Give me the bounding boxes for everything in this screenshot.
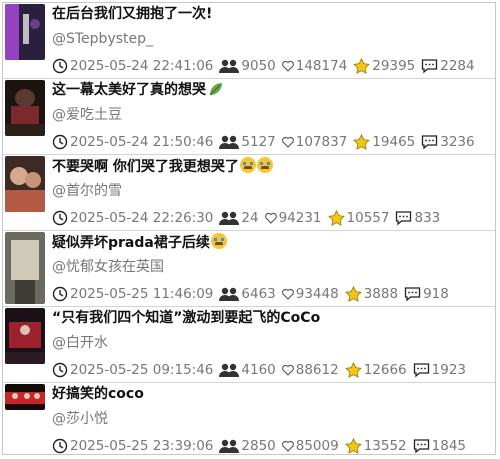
heart-icon bbox=[281, 364, 294, 376]
favorite-count: 29395 bbox=[372, 58, 416, 74]
star-icon bbox=[353, 134, 371, 150]
crying-emoji-icon bbox=[210, 233, 227, 249]
like-count: 88612 bbox=[295, 362, 339, 378]
item-stats: 2025-05-24 22:26:30 24 94231 10557 833 bbox=[52, 209, 446, 227]
people-icon bbox=[219, 438, 240, 454]
favorite-count: 3888 bbox=[363, 286, 399, 302]
video-thumbnail[interactable] bbox=[5, 308, 45, 364]
view-count: 9050 bbox=[241, 58, 276, 74]
item-title[interactable]: “只有我们四个知道”激动到要起飞的CoCo bbox=[52, 309, 320, 327]
item-author[interactable]: @爱吃土豆 bbox=[52, 106, 122, 124]
video-thumbnail[interactable] bbox=[5, 232, 45, 304]
feed-list: 在后台我们又拥抱了一次! @STepbystep_ 2025-05-24 22:… bbox=[2, 2, 496, 455]
like-count: 148174 bbox=[295, 58, 348, 74]
view-count: 24 bbox=[241, 210, 259, 226]
post-time: 2025-05-25 11:46:09 bbox=[70, 286, 214, 302]
like-count: 107837 bbox=[295, 134, 348, 150]
list-item[interactable]: 好搞笑的coco @莎小悦 2025-05-25 23:39:06 2850 8… bbox=[3, 383, 495, 459]
favorite-count: 19465 bbox=[372, 134, 416, 150]
item-stats: 2025-05-24 21:50:46 5127 107837 19465 32… bbox=[52, 133, 481, 151]
item-stats: 2025-05-25 09:15:46 4160 88612 12666 192… bbox=[52, 361, 472, 379]
comment-count: 833 bbox=[414, 210, 441, 226]
star-icon bbox=[353, 58, 371, 74]
comment-count: 2284 bbox=[440, 58, 475, 74]
item-author[interactable]: @莎小悦 bbox=[52, 410, 108, 428]
comment-icon bbox=[395, 210, 412, 226]
list-item[interactable]: 疑似弄坏prada裙子后续 @忧郁女孩在英国 2025-05-25 11:46:… bbox=[3, 231, 495, 307]
item-stats: 2025-05-25 11:46:09 6463 93448 3888 918 bbox=[52, 285, 455, 303]
star-icon bbox=[327, 210, 345, 226]
post-time: 2025-05-24 22:41:06 bbox=[70, 58, 214, 74]
clock-icon bbox=[52, 58, 68, 74]
video-thumbnail[interactable] bbox=[5, 156, 45, 212]
post-time: 2025-05-24 21:50:46 bbox=[70, 134, 214, 150]
view-count: 2850 bbox=[241, 438, 276, 454]
item-title[interactable]: 在后台我们又拥抱了一次! bbox=[52, 5, 212, 23]
comment-count: 918 bbox=[423, 286, 449, 302]
item-title[interactable]: 不要哭啊 你们哭了我更想哭了 bbox=[52, 157, 273, 176]
star-icon bbox=[344, 438, 362, 454]
heart-icon bbox=[281, 440, 294, 452]
people-icon bbox=[219, 286, 240, 302]
post-time: 2025-05-25 23:39:06 bbox=[70, 438, 214, 454]
clock-icon bbox=[52, 438, 68, 454]
clock-icon bbox=[52, 362, 68, 378]
like-count: 94231 bbox=[278, 210, 322, 226]
heart-icon bbox=[281, 136, 294, 148]
list-item[interactable]: 在后台我们又拥抱了一次! @STepbystep_ 2025-05-24 22:… bbox=[3, 3, 495, 79]
heart-icon bbox=[281, 60, 294, 72]
people-icon bbox=[219, 362, 240, 378]
comment-icon bbox=[404, 286, 421, 302]
list-item[interactable]: 不要哭啊 你们哭了我更想哭了 @首尔的雪 2025-05-24 22:26:30… bbox=[3, 155, 495, 231]
item-stats: 2025-05-24 22:41:06 9050 148174 29395 22… bbox=[52, 57, 481, 75]
post-time: 2025-05-25 09:15:46 bbox=[70, 362, 214, 378]
crying-emoji-icon bbox=[239, 157, 256, 173]
clock-icon bbox=[52, 286, 68, 302]
like-count: 93448 bbox=[295, 286, 339, 302]
item-title[interactable]: 这一幕太美好了真的想哭 bbox=[52, 81, 224, 99]
heart-icon bbox=[264, 212, 277, 224]
clock-icon bbox=[52, 134, 68, 150]
star-icon bbox=[344, 362, 362, 378]
item-title[interactable]: 疑似弄坏prada裙子后续 bbox=[52, 233, 227, 252]
comment-count: 3236 bbox=[440, 134, 475, 150]
like-count: 85009 bbox=[295, 438, 339, 454]
video-thumbnail[interactable] bbox=[5, 80, 45, 136]
item-author[interactable]: @STepbystep_ bbox=[52, 30, 153, 48]
comment-icon bbox=[421, 58, 438, 74]
comment-count: 1923 bbox=[431, 362, 467, 378]
item-stats: 2025-05-25 23:39:06 2850 85009 13552 184… bbox=[52, 437, 472, 455]
crying-emoji-icon bbox=[256, 157, 273, 173]
view-count: 5127 bbox=[241, 134, 276, 150]
comment-icon bbox=[421, 134, 438, 150]
video-thumbnail[interactable] bbox=[5, 4, 45, 60]
star-icon bbox=[344, 286, 362, 302]
item-author[interactable]: @首尔的雪 bbox=[52, 182, 122, 200]
heart-icon bbox=[281, 288, 294, 300]
view-count: 4160 bbox=[241, 362, 276, 378]
view-count: 6463 bbox=[241, 286, 276, 302]
item-author[interactable]: @白开水 bbox=[52, 334, 108, 352]
favorite-count: 13552 bbox=[363, 438, 407, 454]
people-icon bbox=[219, 210, 240, 226]
leaf-emoji-icon bbox=[209, 83, 222, 96]
list-item[interactable]: 这一幕太美好了真的想哭 @爱吃土豆 2025-05-24 21:50:46 51… bbox=[3, 79, 495, 155]
comment-count: 1845 bbox=[431, 438, 467, 454]
comment-icon bbox=[413, 438, 430, 454]
comment-icon bbox=[413, 362, 430, 378]
item-title[interactable]: 好搞笑的coco bbox=[52, 385, 144, 403]
people-icon bbox=[219, 58, 240, 74]
people-icon bbox=[219, 134, 240, 150]
favorite-count: 12666 bbox=[363, 362, 407, 378]
favorite-count: 10557 bbox=[346, 210, 390, 226]
post-time: 2025-05-24 22:26:30 bbox=[70, 210, 214, 226]
video-thumbnail[interactable] bbox=[5, 384, 45, 410]
clock-icon bbox=[52, 210, 68, 226]
item-author[interactable]: @忧郁女孩在英国 bbox=[52, 258, 164, 276]
list-item[interactable]: “只有我们四个知道”激动到要起飞的CoCo @白开水 2025-05-25 09… bbox=[3, 307, 495, 383]
